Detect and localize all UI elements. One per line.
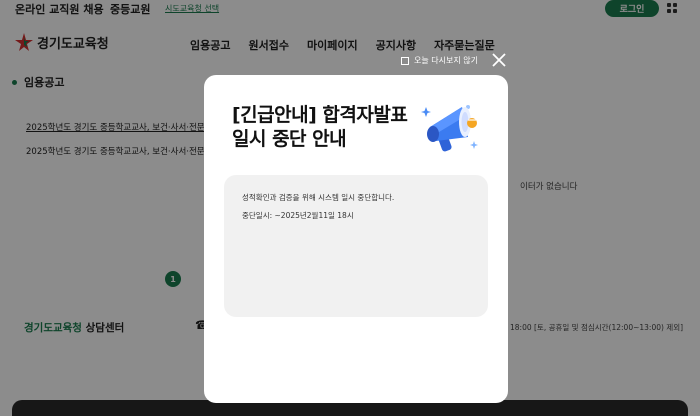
modal-content: 성적확인과 검증을 위해 시스템 일시 중단합니다. 중단일시: ~2025년2… xyxy=(224,175,488,317)
modal-title-line2: 일시 중단 안내 xyxy=(232,128,347,150)
modal-body-line1: 성적확인과 검증을 위해 시스템 일시 중단합니다. xyxy=(242,193,395,202)
megaphone-icon xyxy=(421,105,478,152)
close-icon[interactable] xyxy=(490,51,508,69)
modal-body-line2: 중단일시: ~2025년2월11일 18시 xyxy=(242,211,354,220)
dont-show-label[interactable]: 오늘 다시보지 않기 xyxy=(414,55,478,66)
modal-title: [긴급안내] 합격자발표 일시 중단 안내 xyxy=(232,103,422,151)
modal-title-line1: [긴급안내] 합격자발표 xyxy=(232,104,408,126)
notice-modal: [긴급안내] 합격자발표 일시 중단 안내 성적확인과 검증을 위해 시스템 일… xyxy=(204,75,508,403)
checkbox-icon[interactable] xyxy=(401,56,409,65)
dont-show-today[interactable]: 오늘 다시보지 않기 xyxy=(401,55,478,66)
